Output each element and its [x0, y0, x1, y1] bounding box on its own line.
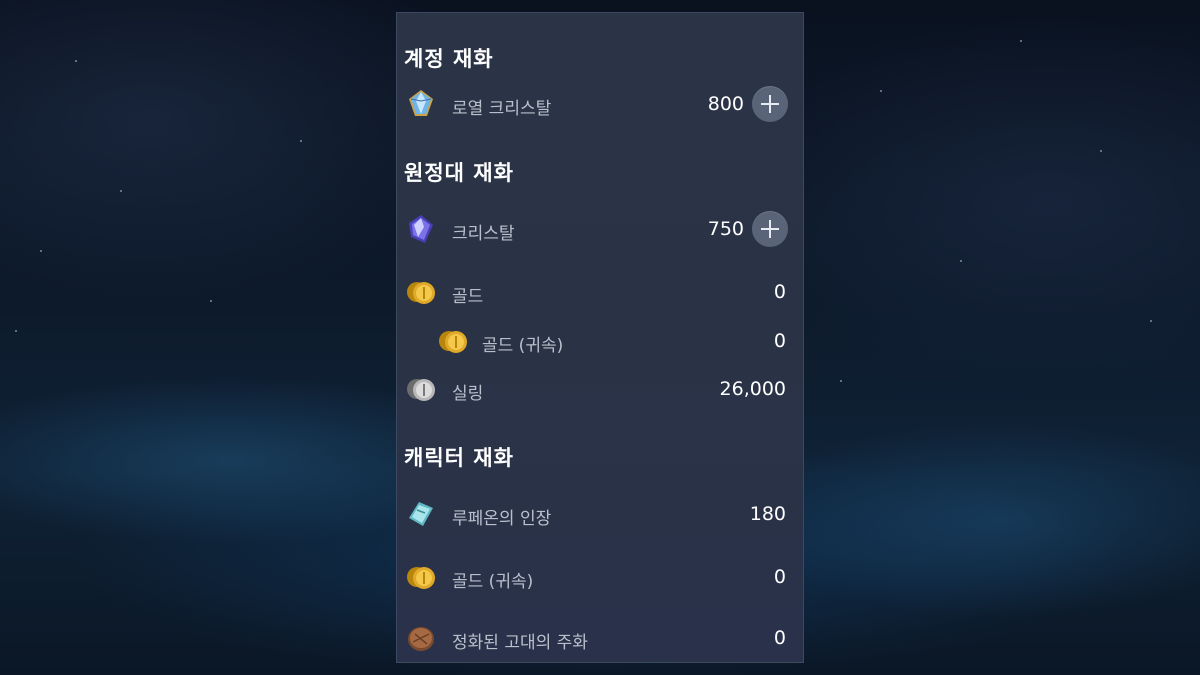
- currency-value: 0: [773, 281, 786, 303]
- ancient-coin-icon: [408, 627, 434, 651]
- section-title-account: 계정 재화: [404, 47, 494, 71]
- currency-row-crystal: 크리스탈 750: [397, 209, 803, 249]
- currency-value: 0: [773, 330, 786, 352]
- currency-value: 26,000: [719, 378, 786, 400]
- currency-row-character-bound-gold: 골드 (귀속) 0: [397, 557, 803, 597]
- currency-row-gold: 골드 0: [397, 272, 803, 312]
- add-crystal-button[interactable]: [752, 211, 788, 247]
- gold-coin-icon: [407, 282, 435, 304]
- currency-label: 골드 (귀속): [452, 572, 534, 592]
- bound-gold-coin-icon: [407, 567, 435, 589]
- currency-row-royal-crystal: 로열 크리스탈 800: [397, 84, 803, 124]
- currency-label: 로열 크리스탈: [452, 99, 552, 119]
- add-royal-crystal-button[interactable]: [752, 86, 788, 122]
- lufeon-seal-icon: [409, 502, 433, 526]
- currency-label: 정화된 고대의 주화: [452, 633, 588, 653]
- section-title-roster: 원정대 재화: [404, 161, 514, 185]
- currency-value: 800: [707, 93, 744, 115]
- currency-row-ancient-coin: 정화된 고대의 주화 0: [397, 618, 803, 658]
- currency-row-bound-gold: 골드 (귀속) 0: [397, 321, 803, 361]
- currency-value: 0: [773, 566, 786, 588]
- bound-gold-coin-icon: [439, 331, 467, 353]
- currency-row-silver: 실링 26,000: [397, 369, 803, 409]
- silver-coin-icon: [407, 379, 435, 401]
- crystal-icon: [409, 215, 433, 243]
- section-title-character: 캐릭터 재화: [404, 446, 514, 470]
- currency-label: 크리스탈: [452, 224, 515, 244]
- currency-label: 루페온의 인장: [452, 509, 552, 529]
- currency-value: 180: [749, 503, 786, 525]
- currency-value: 0: [773, 627, 786, 649]
- currency-value: 750: [707, 218, 744, 240]
- royal-crystal-icon: [409, 90, 433, 116]
- currency-panel: 계정 재화 로열 크리스탈 800 원정대 재화 크리스탈 750 골드 0 골…: [396, 12, 804, 663]
- currency-label: 실링: [452, 384, 484, 404]
- currency-label: 골드 (귀속): [482, 336, 564, 356]
- currency-row-lufeon-seal: 루페온의 인장 180: [397, 494, 803, 534]
- currency-label: 골드: [452, 287, 484, 307]
